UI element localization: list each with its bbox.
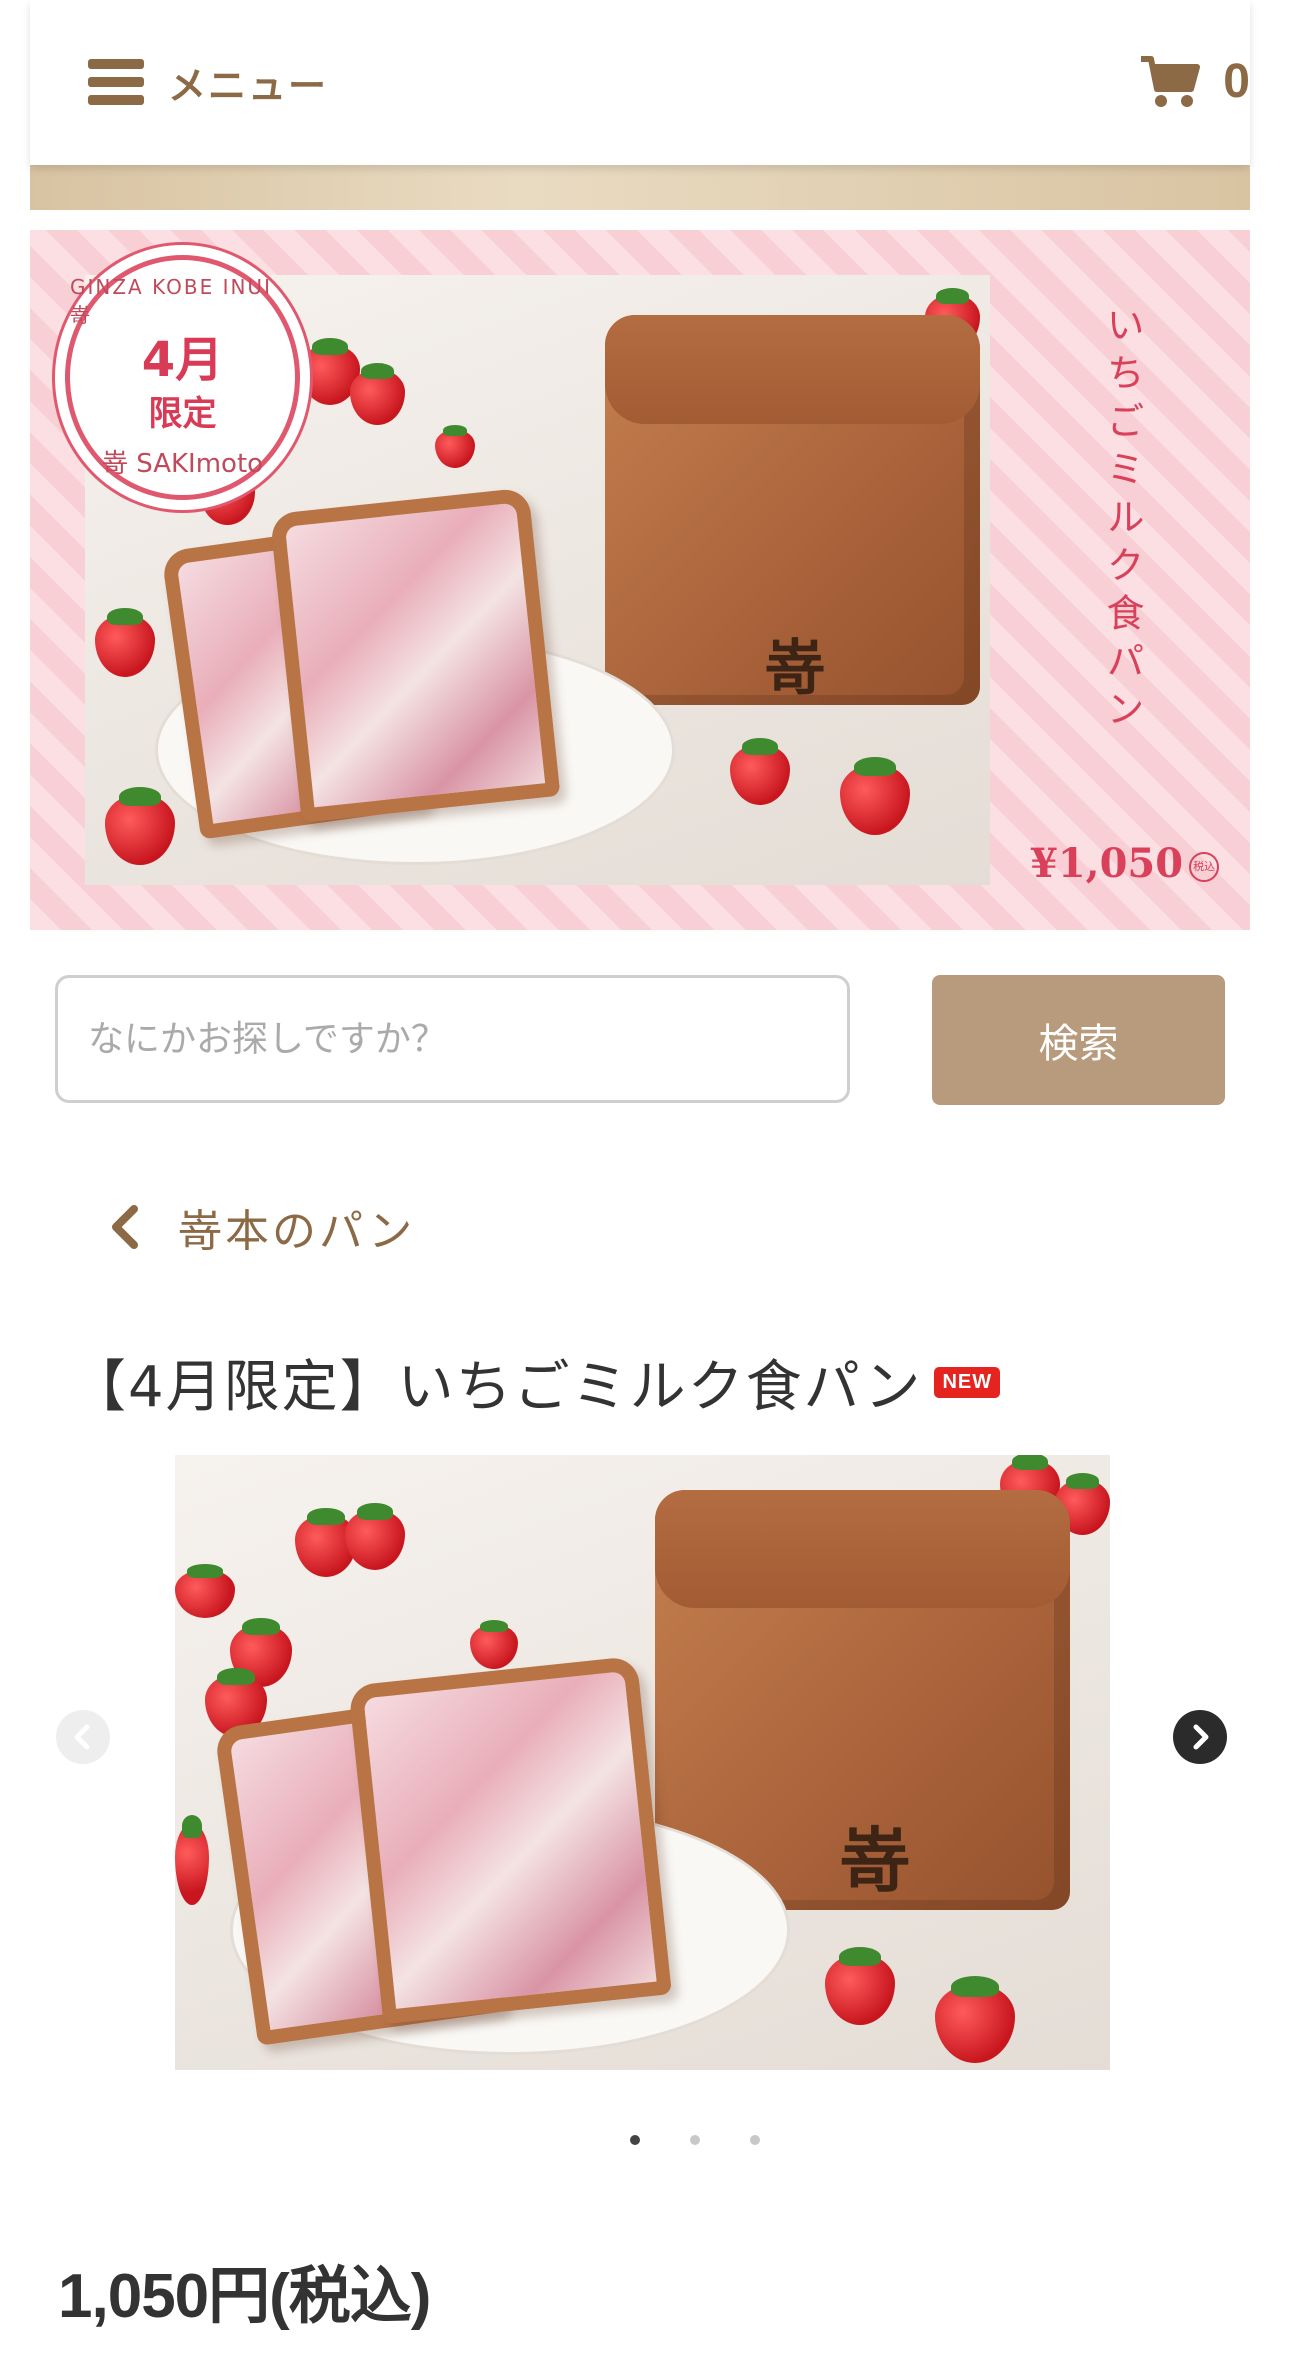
hamburger-icon	[88, 59, 144, 105]
bread-slice	[348, 1655, 672, 2025]
carousel-next-button[interactable]	[1173, 1710, 1227, 1764]
cart-button[interactable]: 0	[1139, 46, 1250, 116]
product-image-carousel[interactable]: 嵜	[0, 1455, 1290, 2095]
bread-slice	[269, 487, 561, 823]
product-title: 【4月限定】いちごミルク食パン	[70, 1355, 923, 1420]
product-title-row: 【4月限定】いちごミルク食パン NEW	[70, 1342, 1001, 1423]
strawberry-icon	[730, 737, 790, 805]
banner-title: いちごミルク食パン	[1100, 305, 1144, 737]
cart-count: 0	[1223, 54, 1250, 108]
menu-label: メニュー	[168, 63, 329, 108]
banner-price: ¥1,050 税込	[1030, 840, 1220, 887]
badge-brand: GINZA KOBE INUI 嵜	[70, 274, 272, 327]
promo-banner[interactable]: 嵜 GINZA KOBE INUI 嵜 4月 限定 嵜 SAKImoto いちご…	[30, 230, 1250, 930]
carousel-dot[interactable]	[630, 2135, 640, 2145]
strawberry-icon	[175, 1815, 209, 1905]
limited-badge: GINZA KOBE INUI 嵜 4月 限定 嵜 SAKImoto	[65, 255, 300, 500]
loaf-stamp: 嵜	[765, 634, 825, 704]
strawberry-icon	[345, 1502, 405, 1570]
strawberry-icon	[435, 425, 475, 468]
product-price: 1,050円(税込)	[58, 2262, 431, 2331]
banner-price-value: ¥1,050	[1030, 840, 1184, 887]
chevron-right-icon	[1193, 1724, 1209, 1750]
breadcrumb-label: 嵜本のパン	[178, 1206, 416, 1257]
menu-button[interactable]: メニュー	[88, 52, 328, 112]
strawberry-icon	[105, 786, 175, 865]
chevron-left-icon	[112, 1205, 138, 1249]
strawberry-icon	[95, 607, 155, 677]
carousel-pagination	[50, 2135, 1290, 2145]
breadcrumb-back[interactable]: 嵜本のパン	[110, 1195, 415, 1259]
cart-icon	[1141, 56, 1201, 107]
strawberry-icon	[350, 363, 405, 425]
site-header: メニュー 0	[30, 0, 1250, 165]
strawberry-icon	[840, 756, 910, 835]
strawberry-icon	[470, 1619, 518, 1669]
chevron-left-icon	[74, 1724, 90, 1750]
product-photo: 嵜	[175, 1455, 1110, 2070]
new-badge: NEW	[934, 1367, 1001, 1398]
strawberry-icon	[825, 1946, 895, 2025]
strawberry-icon	[935, 1975, 1015, 2063]
carousel-dot[interactable]	[750, 2135, 760, 2145]
strawberry-icon	[175, 1564, 235, 1618]
badge-month: 4月	[141, 331, 224, 388]
badge-limited-label: 限定	[148, 394, 217, 435]
loaf-stamp: 嵜	[840, 1819, 910, 1902]
badge-logo: 嵜 SAKImoto	[101, 449, 264, 480]
carousel-prev-button[interactable]	[56, 1710, 110, 1764]
loaf-of-bread: 嵜	[605, 315, 980, 705]
search-input[interactable]	[55, 975, 850, 1103]
tax-mark: 税込	[1189, 852, 1220, 882]
carousel-dot[interactable]	[690, 2135, 700, 2145]
search-button[interactable]: 検索	[932, 975, 1225, 1105]
